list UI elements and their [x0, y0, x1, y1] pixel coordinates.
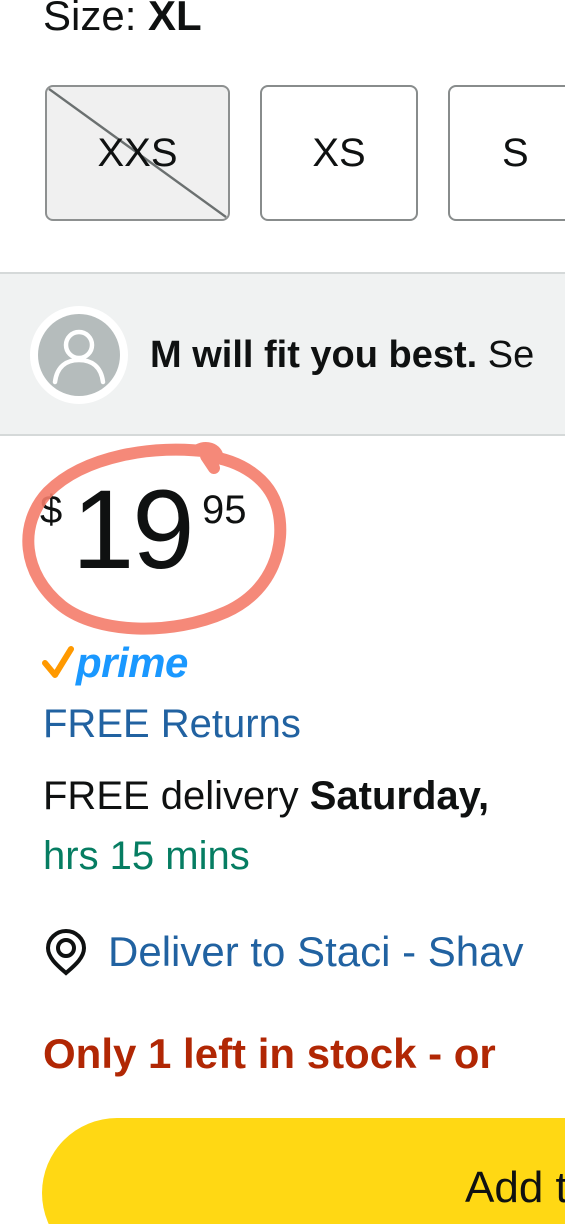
size-option-label: S: [502, 130, 529, 175]
add-to-cart-button[interactable]: Add t: [42, 1118, 565, 1224]
size-option-xs[interactable]: XS: [260, 85, 418, 221]
product-detail-page: Size: XL XXS XS S M will fit you best. S…: [0, 0, 565, 1224]
fit-recommendation-text: M will fit you best. Se: [150, 330, 534, 380]
avatar: [30, 306, 128, 404]
size-header: Size: XL: [43, 0, 202, 44]
prime-logo-text: prime: [76, 639, 188, 686]
fit-size-text: M will fit you best.: [150, 334, 478, 376]
size-option-s[interactable]: S: [448, 85, 565, 221]
deliver-to-text: Deliver to Staci - Shav: [108, 928, 524, 975]
location-pin-icon: [45, 928, 87, 976]
delivery-date: Saturday,: [309, 774, 490, 818]
fit-see-link[interactable]: Se: [477, 334, 535, 376]
prime-badge: prime: [42, 638, 188, 688]
stock-status: Only 1 left in stock - or: [43, 1030, 496, 1077]
price-fraction: 95: [202, 488, 247, 532]
size-option-label: XS: [312, 130, 366, 175]
free-returns-link[interactable]: FREE Returns: [43, 698, 301, 750]
price-symbol: $: [40, 488, 63, 532]
size-selected-value: XL: [148, 0, 202, 39]
size-label: Size:: [43, 0, 149, 39]
delivery-info: FREE delivery Saturday,: [43, 770, 489, 822]
prime-check-icon: [42, 646, 74, 678]
delivery-prefix: FREE delivery: [43, 774, 310, 818]
price-whole: 19: [72, 467, 195, 592]
delivery-countdown: hrs 15 mins: [43, 834, 250, 878]
size-option-xxs[interactable]: XXS: [45, 85, 230, 221]
user-silhouette-icon: [38, 314, 120, 396]
deliver-to-link[interactable]: Deliver to Staci - Shav: [44, 924, 524, 980]
size-option-label: XXS: [97, 130, 178, 175]
add-to-cart-label: Add t: [465, 1163, 565, 1212]
fit-recommendation-banner[interactable]: M will fit you best. Se: [0, 272, 565, 436]
